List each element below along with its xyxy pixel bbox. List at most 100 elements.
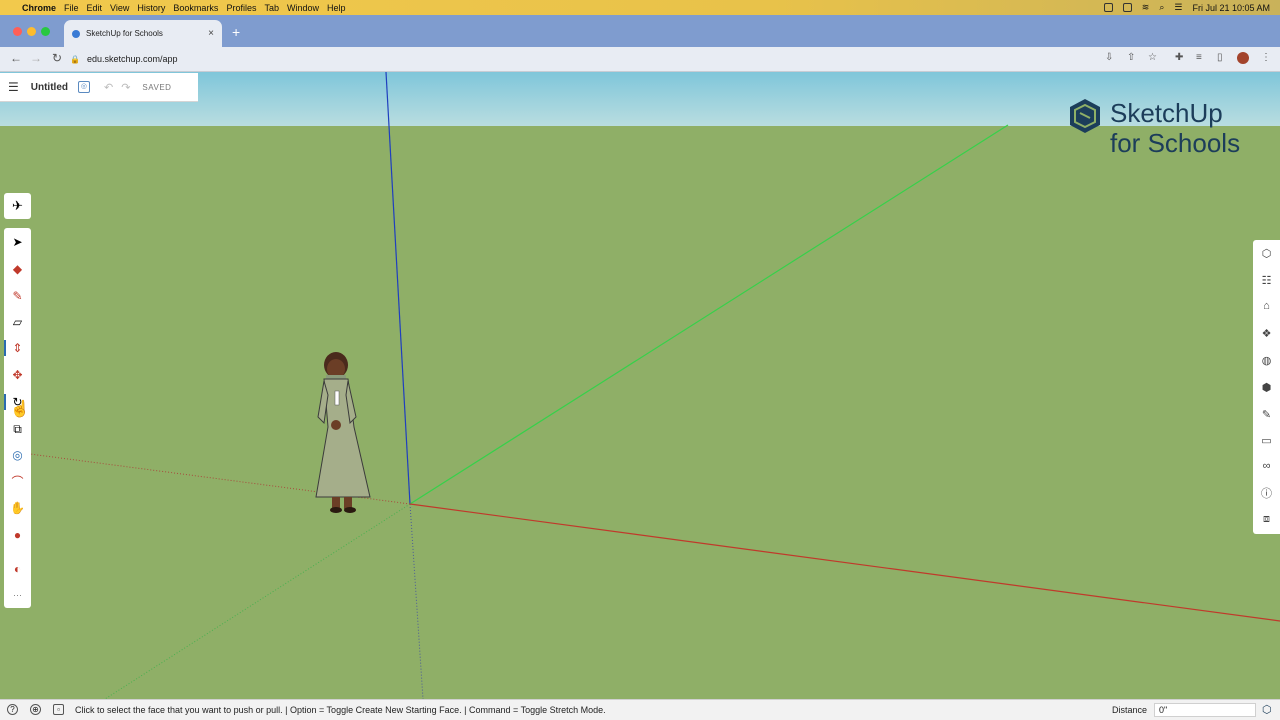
paint-bucket-tool-icon: ● bbox=[13, 528, 22, 542]
blue-axis-dotted-line bbox=[409, 503, 424, 699]
materials-button[interactable]: ◍ bbox=[1253, 348, 1280, 372]
file-panel: ☰ Untitled ◎ ↶ ↷ SAVED bbox=[0, 73, 198, 102]
new-tab-button[interactable]: + bbox=[232, 24, 240, 40]
eraser-tool[interactable]: ◆ bbox=[4, 258, 31, 280]
distance-label: Distance bbox=[1112, 705, 1148, 715]
menu-edit[interactable]: Edit bbox=[87, 3, 103, 13]
tape-measure-tool[interactable]: ⌒ bbox=[4, 470, 31, 492]
forward-arrow-icon[interactable]: → bbox=[30, 51, 42, 65]
search-tools-icon: ✈ bbox=[12, 198, 23, 213]
green-axis-dotted-line bbox=[104, 503, 411, 699]
distance-input[interactable]: 0" bbox=[1154, 703, 1256, 717]
reload-icon[interactable]: ↻ bbox=[52, 51, 62, 65]
info-icon: ⓘ bbox=[1261, 488, 1272, 500]
geo-location-icon[interactable]: ▫ bbox=[53, 704, 64, 715]
browser-toolbar: ← → ↻ 🔒 edu.sketchup.com/app ⇩ ⇧ ☆ ✚ ≡ ▯… bbox=[0, 47, 1280, 72]
sketchup-favicon-icon bbox=[72, 29, 80, 38]
bookmark-star-icon[interactable]: ☆ bbox=[1148, 52, 1157, 63]
outliner-icon: ☷ bbox=[1261, 274, 1272, 287]
side-panel-icon[interactable]: ▯ bbox=[1217, 52, 1223, 63]
logo-line1: SketchUp bbox=[1110, 98, 1223, 128]
entity-info-button[interactable]: ⬡ bbox=[1253, 241, 1280, 265]
reading-list-icon[interactable]: ≡ bbox=[1196, 52, 1202, 63]
url-text: edu.sketchup.com/app bbox=[86, 54, 178, 64]
menu-help[interactable]: Help bbox=[327, 3, 346, 13]
control-center-icon[interactable]: ☰ bbox=[1174, 2, 1182, 13]
status-menu-icon[interactable] bbox=[1103, 3, 1113, 12]
pencil-tool[interactable]: ✎ bbox=[4, 285, 31, 307]
back-arrow-icon[interactable]: ← bbox=[10, 51, 22, 65]
hamburger-menu-icon[interactable]: ☰ bbox=[8, 80, 19, 94]
redo-icon[interactable]: ↷ bbox=[121, 81, 130, 94]
menu-bookmarks[interactable]: Bookmarks bbox=[173, 3, 218, 13]
tape-measure-tool-icon: ⌒ bbox=[11, 474, 24, 489]
menubar-clock[interactable]: Fri Jul 21 10:05 AM bbox=[1192, 3, 1270, 13]
clipboard-menu-icon[interactable] bbox=[1122, 3, 1132, 12]
status-bar: ? ⊕ ▫ Click to select the face that you … bbox=[0, 699, 1280, 720]
browser-tab[interactable]: SketchUp for Schools × bbox=[64, 20, 222, 47]
scenes-button[interactable]: ▭ bbox=[1253, 428, 1280, 452]
pan-tool[interactable]: ✋ bbox=[4, 497, 31, 519]
more-tools-button[interactable]: ··· bbox=[4, 584, 31, 606]
right-panel-toolbar: ⬡ ☷ ⌂ ❖ ◍ ⬢ ✎ ▭ ∞ ⓘ ⧈ bbox=[1253, 240, 1280, 534]
paint-bucket-tool[interactable]: ● bbox=[4, 524, 31, 546]
sketchup-status-icon[interactable]: ⬡ bbox=[1262, 703, 1272, 716]
select-tool[interactable]: ➤ bbox=[4, 231, 31, 253]
tab-title: SketchUp for Schools bbox=[86, 29, 163, 38]
menu-file[interactable]: File bbox=[64, 3, 79, 13]
display-button[interactable]: ∞ bbox=[1253, 454, 1280, 478]
pan-tool-icon: ✋ bbox=[10, 501, 25, 515]
model-title[interactable]: Untitled bbox=[31, 82, 68, 93]
globe-icon[interactable]: ⊕ bbox=[30, 704, 41, 715]
extensions-button[interactable]: ⧈ bbox=[1253, 507, 1280, 531]
minimize-window-button[interactable] bbox=[27, 27, 36, 36]
push-pull-tool[interactable]: ⇕ bbox=[4, 337, 31, 359]
scale-tool[interactable]: ⧉ bbox=[4, 418, 31, 440]
info-button[interactable]: ⓘ bbox=[1253, 481, 1280, 505]
wifi-icon[interactable]: ≋ bbox=[1142, 2, 1150, 13]
save-status: SAVED bbox=[142, 82, 172, 92]
instructor-button[interactable]: ⌂ bbox=[1253, 294, 1280, 318]
move-tool[interactable]: ✥ bbox=[4, 364, 31, 386]
status-hint-text: Click to select the face that you want t… bbox=[75, 705, 606, 715]
select-tool-icon: ➤ bbox=[12, 235, 23, 249]
menu-view[interactable]: View bbox=[110, 3, 129, 13]
shape-tool-icon: ▱ bbox=[12, 315, 23, 329]
spotlight-search-icon[interactable]: ⌕ bbox=[1159, 2, 1164, 13]
menu-profiles[interactable]: Profiles bbox=[226, 3, 256, 13]
share-icon[interactable]: ⇧ bbox=[1127, 52, 1135, 63]
red-axis-line bbox=[409, 503, 1280, 622]
undo-icon[interactable]: ↶ bbox=[104, 81, 113, 94]
menu-tab[interactable]: Tab bbox=[264, 3, 279, 13]
eraser-tool-icon: ◆ bbox=[12, 262, 23, 276]
help-icon[interactable]: ? bbox=[7, 704, 18, 715]
blue-axis-line bbox=[385, 72, 411, 505]
scale-figure-person bbox=[315, 352, 371, 513]
menu-app-name[interactable]: Chrome bbox=[22, 3, 56, 13]
browser-menu-icon[interactable]: ⋮ bbox=[1261, 52, 1271, 63]
tags-button[interactable]: ✎ bbox=[1253, 402, 1280, 426]
more-tools-icon: ··· bbox=[13, 590, 22, 600]
pencil-tool-icon: ✎ bbox=[12, 289, 23, 303]
maximize-window-button[interactable] bbox=[41, 27, 50, 36]
orbit-tool[interactable]: ◎ bbox=[4, 444, 31, 466]
extensions-puzzle-icon[interactable]: ✚ bbox=[1175, 52, 1183, 63]
install-app-icon[interactable]: ⇩ bbox=[1105, 52, 1113, 63]
close-tab-icon[interactable]: × bbox=[208, 28, 214, 39]
file-info-icon[interactable]: ◎ bbox=[77, 81, 90, 93]
menu-history[interactable]: History bbox=[137, 3, 165, 13]
search-tools-button[interactable]: ✈ bbox=[4, 193, 31, 219]
section-plane-tool[interactable]: ◐ bbox=[4, 558, 31, 580]
profile-avatar[interactable] bbox=[1237, 52, 1249, 64]
close-window-button[interactable] bbox=[13, 27, 22, 36]
sketchup-viewport[interactable] bbox=[0, 72, 1280, 699]
address-bar[interactable]: 🔒 edu.sketchup.com/app bbox=[70, 50, 1110, 68]
drawing-axes bbox=[29, 72, 1280, 699]
extensions-icon: ⧈ bbox=[1263, 512, 1270, 525]
styles-button[interactable]: ⬢ bbox=[1253, 375, 1280, 399]
move-tool-icon: ✥ bbox=[12, 368, 23, 382]
shape-tool[interactable]: ▱ bbox=[4, 311, 31, 333]
outliner-button[interactable]: ☷ bbox=[1253, 268, 1280, 292]
menu-window[interactable]: Window bbox=[287, 3, 319, 13]
components-button[interactable]: ❖ bbox=[1253, 321, 1280, 345]
